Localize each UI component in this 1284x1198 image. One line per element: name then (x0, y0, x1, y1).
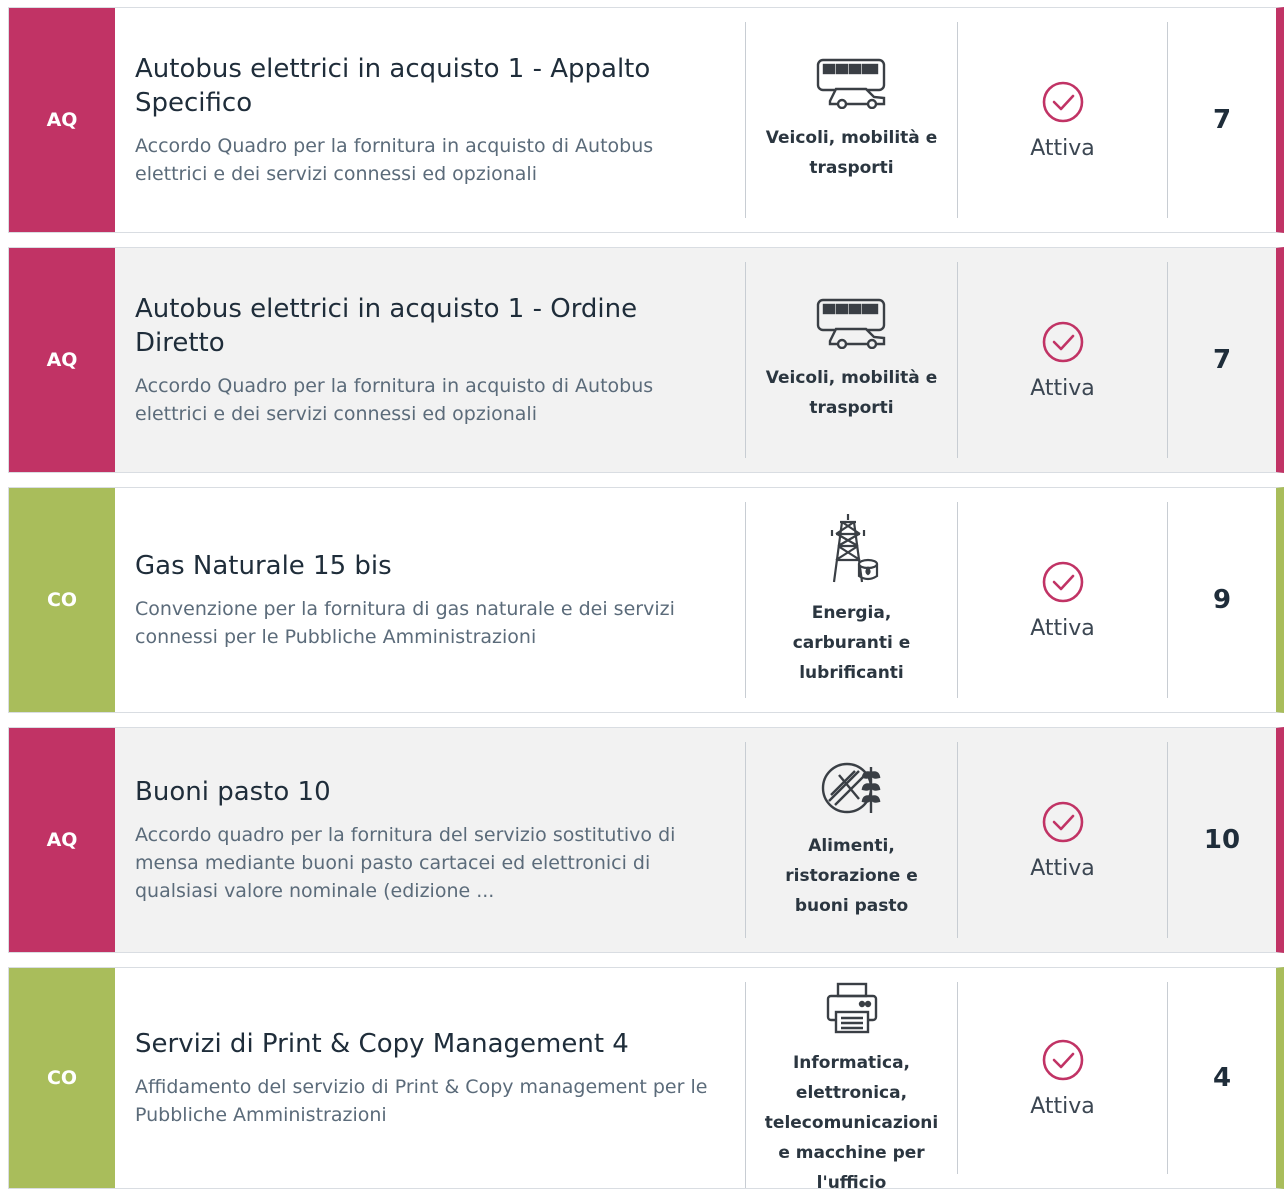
status-cell: Attiva (957, 742, 1167, 938)
item-description: Accordo Quadro per la fornitura in acqui… (135, 375, 654, 425)
category-label: Veicoli, mobilità e trasporti (765, 128, 938, 178)
check-circle-icon (1041, 320, 1085, 368)
status-label: Attiva (1030, 855, 1095, 881)
item-description: Convenzione per la fornitura di gas natu… (135, 598, 675, 648)
food-wheat-icon (819, 759, 885, 831)
status-cell: Attiva (957, 22, 1167, 218)
category-label: Alimenti, ristorazione e buoni pasto (785, 836, 918, 916)
count-value: 7 (1212, 105, 1232, 135)
item-description: Affidamento del servizio di Print & Copy… (135, 1076, 708, 1126)
status-cell: Attiva (957, 262, 1167, 458)
check-circle-icon (1041, 1038, 1085, 1086)
item-description: Accordo Quadro per la fornitura in acqui… (135, 135, 654, 185)
type-badge: CO (9, 968, 115, 1188)
category-label: Energia, carburanti e lubrificanti (792, 603, 911, 683)
status-cell: Attiva (957, 502, 1167, 698)
item-title[interactable]: Buoni pasto 10 (135, 775, 729, 809)
category-label: Veicoli, mobilità e trasporti (765, 368, 938, 418)
item-main: Servizi di Print & Copy Management 4 Aff… (115, 968, 745, 1188)
status-label: Attiva (1030, 615, 1095, 641)
check-circle-icon (1041, 80, 1085, 128)
item-main: Autobus elettrici in acquisto 1 - Ordine… (115, 248, 745, 472)
category-cell: Veicoli, mobilità e trasporti (745, 22, 957, 218)
count-cell: 9 (1167, 502, 1276, 698)
type-badge: AQ (9, 248, 115, 472)
status-label: Attiva (1030, 1093, 1095, 1119)
type-badge: AQ (9, 728, 115, 952)
category-cell: Veicoli, mobilità e trasporti (745, 262, 957, 458)
count-cell: 7 (1167, 262, 1276, 458)
check-circle-icon (1041, 800, 1085, 848)
count-value: 4 (1212, 1063, 1232, 1093)
count-value: 9 (1212, 585, 1232, 615)
check-circle-icon (1041, 560, 1085, 608)
status-label: Attiva (1030, 135, 1095, 161)
count-cell: 7 (1167, 22, 1276, 218)
category-label: Informatica, elettronica, telecomunicazi… (764, 1053, 939, 1193)
type-badge: CO (9, 488, 115, 712)
item-title[interactable]: Gas Naturale 15 bis (135, 549, 729, 583)
list-item[interactable]: AQ Autobus elettrici in acquisto 1 - App… (8, 7, 1284, 233)
status-label: Attiva (1030, 375, 1095, 401)
bus-car-icon (814, 57, 890, 123)
printer-icon (824, 982, 880, 1048)
item-description: Accordo quadro per la fornitura del serv… (135, 824, 676, 902)
item-main: Buoni pasto 10 Accordo quadro per la for… (115, 728, 745, 952)
type-badge: AQ (9, 8, 115, 232)
list-item[interactable]: CO Gas Naturale 15 bis Convenzione per l… (8, 487, 1284, 713)
category-cell: Informatica, elettronica, telecomunicazi… (745, 982, 957, 1193)
bus-car-icon (814, 297, 890, 363)
item-main: Autobus elettrici in acquisto 1 - Appalt… (115, 8, 745, 232)
category-cell: Alimenti, ristorazione e buoni pasto (745, 742, 957, 938)
count-cell: 10 (1167, 742, 1276, 938)
list-item[interactable]: AQ Buoni pasto 10 Accordo quadro per la … (8, 727, 1284, 953)
item-title[interactable]: Servizi di Print & Copy Management 4 (135, 1027, 729, 1061)
count-value: 10 (1203, 825, 1241, 855)
item-title[interactable]: Autobus elettrici in acquisto 1 - Appalt… (135, 52, 729, 120)
power-pylon-icon (824, 512, 880, 598)
list-item[interactable]: AQ Autobus elettrici in acquisto 1 - Ord… (8, 247, 1284, 473)
count-cell: 4 (1167, 982, 1276, 1174)
status-cell: Attiva (957, 982, 1167, 1174)
count-value: 7 (1212, 345, 1232, 375)
category-cell: Energia, carburanti e lubrificanti (745, 502, 957, 698)
item-main: Gas Naturale 15 bis Convenzione per la f… (115, 488, 745, 712)
item-title[interactable]: Autobus elettrici in acquisto 1 - Ordine… (135, 292, 729, 360)
list-item[interactable]: CO Servizi di Print & Copy Management 4 … (8, 967, 1284, 1193)
